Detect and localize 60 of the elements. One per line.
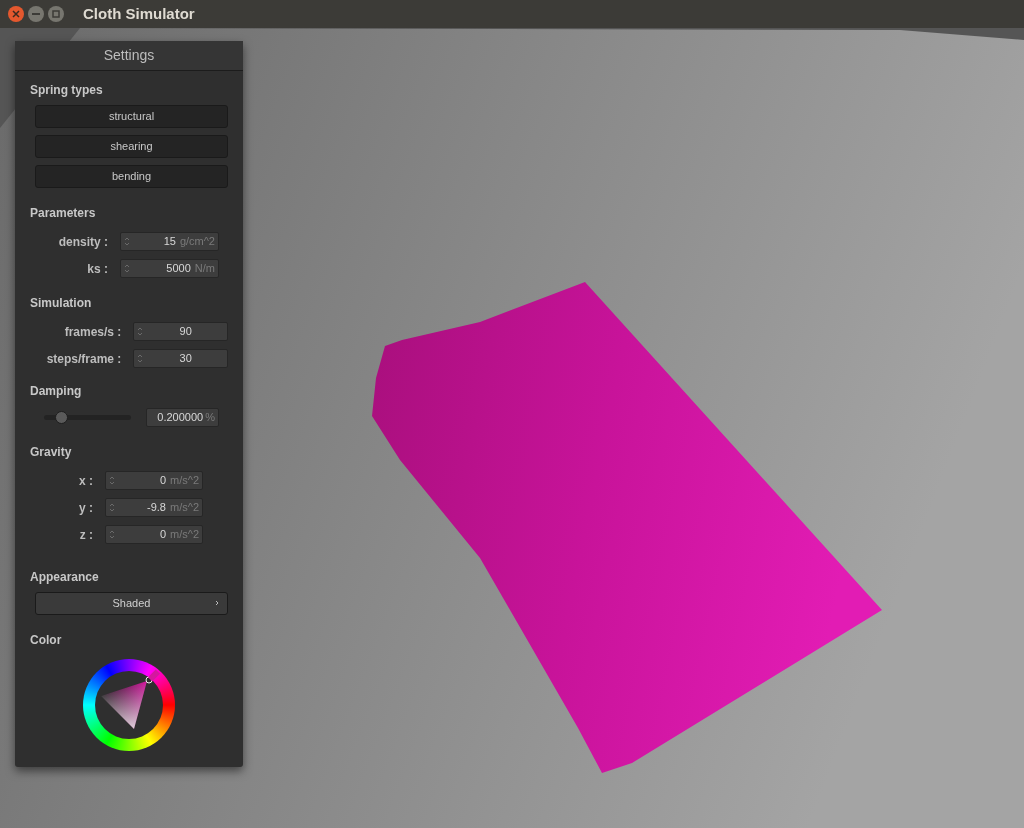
slider-thumb[interactable] — [55, 411, 69, 424]
minimize-button[interactable] — [28, 6, 44, 22]
field-unit: m/s^2 — [170, 500, 199, 516]
maximize-button[interactable] — [48, 6, 64, 22]
spring-type-button[interactable]: shearing — [35, 135, 228, 158]
field-label: ks : — [86, 260, 108, 278]
field-value: 30 — [178, 351, 193, 367]
field-unit: m/s^2 — [170, 473, 199, 489]
field-unit: N/m — [194, 261, 215, 277]
section-heading: Spring types — [30, 82, 104, 99]
field-unit: m/s^2 — [170, 527, 199, 543]
spinner-icon[interactable] — [109, 529, 115, 540]
spinner-icon[interactable] — [137, 353, 144, 364]
appearance-dropdown[interactable]: Shaded — [35, 592, 228, 615]
panel-title: Settings — [15, 41, 243, 71]
section-heading: Simulation — [30, 295, 93, 312]
close-icon — [12, 10, 20, 18]
spinner-icon[interactable] — [109, 475, 115, 486]
section-heading: Parameters — [30, 205, 97, 222]
minimize-icon — [32, 13, 40, 15]
section-heading: Color — [30, 632, 63, 649]
field-label: z : — [78, 526, 93, 544]
close-button[interactable] — [8, 6, 24, 22]
number-field[interactable]: 30 — [133, 349, 228, 368]
field-value: 0 — [158, 527, 166, 543]
number-field[interactable]: 90 — [133, 322, 228, 341]
number-field[interactable]: 5000 N/m — [120, 259, 219, 278]
spinner-icon[interactable] — [124, 236, 130, 247]
field-value: 90 — [178, 324, 193, 340]
section-heading: Gravity — [30, 444, 73, 461]
number-field[interactable]: 15 g/cm^2 — [120, 232, 219, 251]
chevron-icon — [215, 600, 219, 606]
field-value: 0 — [158, 473, 166, 489]
field-value: 15 — [162, 234, 176, 250]
spinner-icon[interactable] — [124, 263, 130, 274]
field-label: steps/frame : — [45, 350, 122, 368]
spring-type-button[interactable]: structural — [35, 105, 228, 128]
number-field[interactable]: 0.200000 % — [146, 408, 219, 427]
field-label: x : — [78, 472, 93, 490]
field-unit: % — [205, 410, 215, 426]
field-value: -9.8 — [146, 500, 166, 516]
number-field[interactable]: -9.8 m/s^2 — [105, 498, 203, 517]
field-value: 5000 — [165, 261, 191, 277]
field-value: 0.200000 — [157, 410, 204, 426]
field-unit: g/cm^2 — [179, 234, 215, 250]
field-label: frames/s : — [63, 323, 122, 341]
field-label: y : — [78, 499, 93, 517]
number-field[interactable]: 0 m/s^2 — [105, 525, 203, 544]
spring-type-button[interactable]: bending — [35, 165, 228, 188]
section-heading: Damping — [30, 383, 83, 400]
section-heading: Appearance — [30, 569, 100, 586]
number-field[interactable]: 0 m/s^2 — [105, 471, 203, 490]
spinner-icon[interactable] — [137, 326, 144, 337]
color-triangle[interactable] — [101, 681, 147, 729]
hue-marker[interactable] — [148, 669, 160, 682]
maximize-icon — [52, 10, 60, 18]
picker-ring-icon[interactable] — [145, 676, 153, 684]
window-title: Cloth Simulator — [83, 3, 195, 24]
field-label: density : — [57, 233, 108, 251]
spinner-icon[interactable] — [109, 502, 115, 513]
